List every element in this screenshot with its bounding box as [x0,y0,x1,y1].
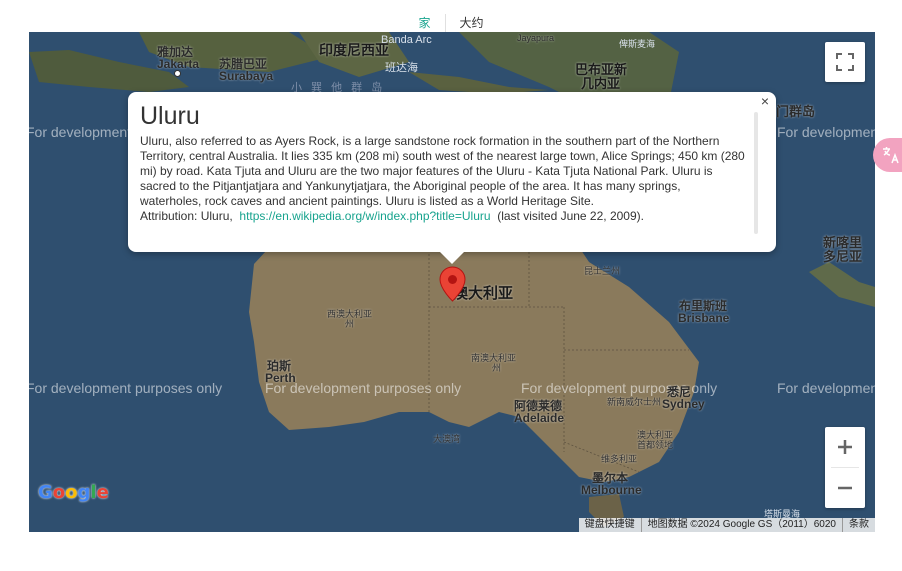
map-footer: 键盘快捷键 地图数据 ©2024 Google GS（2011）6020 条款 [578,518,875,532]
label-sa-2: 州 [492,363,502,373]
label-queensland: 昆士兰州 [584,266,621,276]
label-banda-arc: Banda Arc [381,34,432,46]
fullscreen-button[interactable] [825,42,865,82]
info-scrollbar[interactable] [754,112,758,234]
translate-icon [883,147,899,164]
keyboard-shortcuts-link[interactable]: 键盘快捷键 [579,518,641,532]
label-bismarck-sea: 俾斯麦海 [619,39,656,49]
fullscreen-icon [836,53,854,71]
attribution-link[interactable]: https://en.wikipedia.org/w/index.php?tit… [239,209,490,223]
label-solomon: 门群岛 [776,104,816,119]
label-jayapura: Jayapura [517,33,555,43]
label-great-australian-bight: 大澳湾 [433,434,461,444]
label-sydney: Sydney [662,397,705,411]
attribution: Attribution: Uluru, https://en.wikipedia… [140,209,745,224]
google-logo[interactable]: Google [38,482,109,503]
label-indonesia: 印度尼西亚 [319,42,389,58]
city-dot [174,70,181,77]
info-window-arrow [440,252,464,264]
zoom-control [825,427,865,508]
map-pin-icon [439,266,466,302]
label-adelaide: Adelaide [514,411,565,425]
dev-watermark: For development purposes only [29,380,223,396]
label-act-2: 首都领地 [637,440,674,450]
land-new-zealand [809,262,875,307]
close-button[interactable]: × [758,94,772,108]
label-brisbane: Brisbane [678,311,730,325]
terms-link[interactable]: 条款 [842,518,875,532]
map-data-text: 地图数据 ©2024 Google GS（2011）6020 [640,518,842,532]
top-nav: 家 大约 [0,14,902,32]
attribution-suffix: (last visited June 22, 2009). [497,209,644,223]
zoom-out-button[interactable] [825,468,865,508]
info-title: Uluru [140,102,200,130]
label-victoria: 维多利亚 [601,454,638,464]
tab-about[interactable]: 大约 [444,14,498,32]
translate-button[interactable] [873,138,902,172]
label-perth: Perth [265,371,296,385]
zoom-in-button[interactable] [825,427,865,467]
label-jakarta: Jakarta [157,57,200,71]
label-nsw: 新南威尔士州 [607,397,662,407]
label-new-caledonia-1: 新喀里 [823,235,863,250]
attribution-prefix: Attribution: Uluru, [140,209,233,223]
tab-home[interactable]: 家 [404,14,444,32]
info-content: Uluru Uluru, also referred to as Ayers R… [140,102,745,224]
label-banda-sea: 班达海 [385,62,418,74]
plus-icon [838,440,852,454]
info-body: Uluru, also referred to as Ayers Rock, i… [140,134,745,208]
dev-watermark: For development purposes only [777,380,875,396]
label-surabaya: Surabaya [219,69,274,83]
label-png-2: 几内亚 [581,76,621,91]
map-marker[interactable] [439,266,466,307]
label-wa-2: 州 [345,319,355,329]
label-new-caledonia-2: 多尼亚 [823,249,863,264]
label-melbourne: Melbourne [581,483,642,497]
info-window: × Uluru Uluru, also referred to as Ayers… [128,92,776,264]
label-png-1: 巴布亚新 [575,62,628,77]
dev-watermark: For development purposes only [777,124,875,140]
minus-icon [838,486,852,490]
